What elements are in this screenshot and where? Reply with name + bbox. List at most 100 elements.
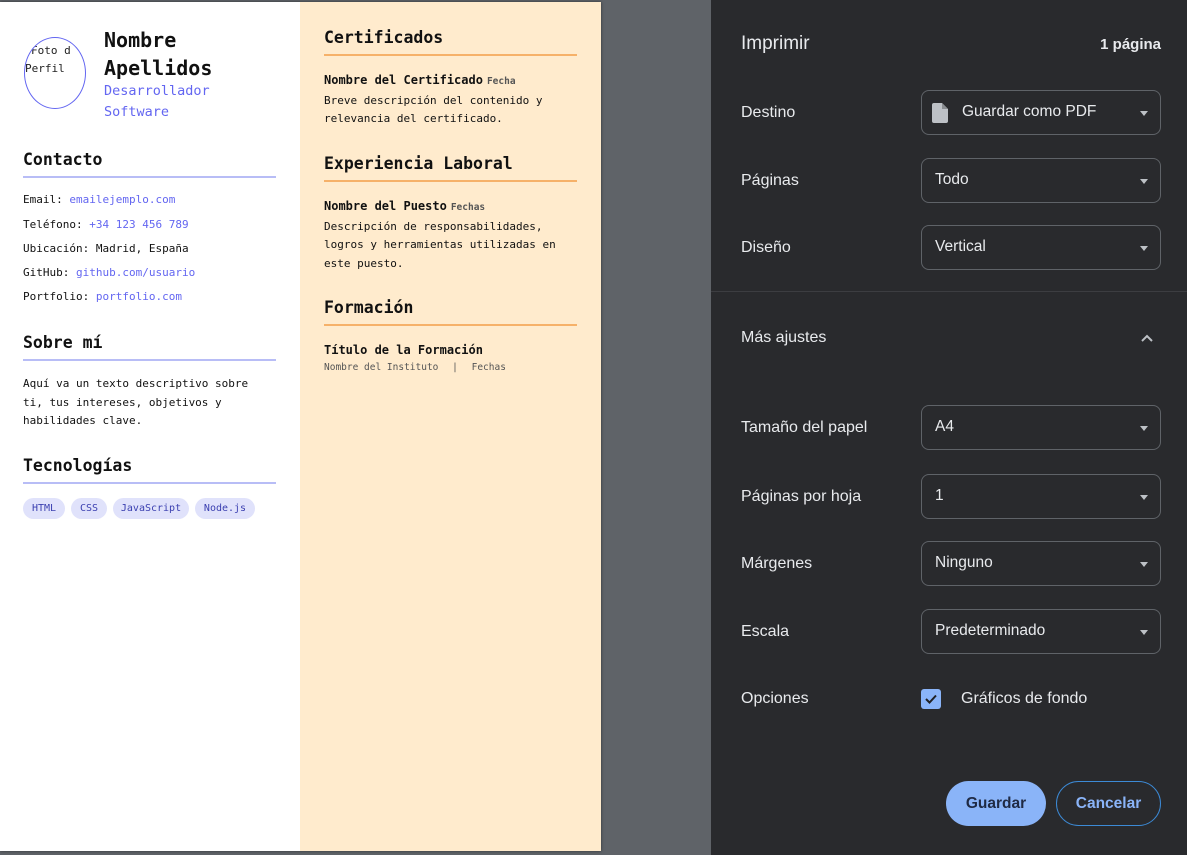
destination-label: Destino (741, 104, 796, 121)
paper-size-select[interactable]: A4 (921, 405, 1161, 450)
role-line1: Desarrollador (104, 83, 210, 99)
job-title: Nombre del Puesto (324, 199, 447, 213)
pages-per-sheet-value: 1 (935, 487, 944, 504)
contact-github: GitHub: github.com/usuario (23, 266, 195, 279)
email-link[interactable]: emailejemplo.com (69, 193, 175, 206)
paper-size-label: Tamaño del papel (741, 419, 868, 436)
experience-title: Experiencia Laboral (324, 154, 577, 182)
contact-email: Email: emailejemplo.com (23, 193, 175, 206)
panel-divider (711, 291, 1187, 292)
education-title: Formación (324, 298, 577, 326)
dropdown-arrow-icon (1140, 562, 1148, 567)
pages-per-sheet-select[interactable]: 1 (921, 474, 1161, 519)
print-settings-panel: Imprimir 1 página Destino Guardar como P… (711, 0, 1187, 855)
photo-alt-line2: Perfil (25, 62, 65, 75)
resume-right-column: Certificados Nombre del Certificado Fecha… (300, 2, 601, 851)
location-value: Madrid, España (95, 242, 189, 255)
tech-chip: HTML (23, 498, 65, 519)
name-line1: Nombre (104, 28, 177, 52)
layout-select[interactable]: Vertical (921, 225, 1161, 270)
file-icon (932, 103, 948, 123)
resume-left-column: Foto d Perfil Nombre Apellidos Desarroll… (0, 2, 300, 851)
dropdown-arrow-icon (1140, 630, 1148, 635)
education-dates: Fechas (471, 362, 506, 373)
scale-select[interactable]: Predeterminado (921, 609, 1161, 654)
job-desc-line: este puesto. (324, 256, 404, 270)
email-label: Email: (23, 193, 63, 206)
github-label: GitHub: (23, 266, 70, 279)
certificate-desc-line: Breve descripción del contenido y (324, 93, 543, 107)
meta-separator: | (452, 362, 458, 373)
checkmark-icon (925, 694, 937, 704)
destination-value: Guardar como PDF (962, 103, 1097, 120)
print-preview-area: Foto d Perfil Nombre Apellidos Desarroll… (0, 0, 711, 855)
about-text: Aquí va un texto descriptivo sobre ti, t… (23, 375, 248, 431)
dropdown-arrow-icon (1140, 246, 1148, 251)
about-line: habilidades clave. (23, 414, 143, 427)
contact-location: Ubicación: Madrid, España (23, 242, 189, 255)
location-label: Ubicación: (23, 242, 90, 255)
background-graphics-checkbox[interactable] (921, 689, 941, 709)
job-desc-line: Descripción de responsabilidades, (324, 219, 543, 233)
layout-label: Diseño (741, 239, 791, 256)
profile-photo: Foto d Perfil (24, 37, 86, 109)
margins-label: Márgenes (741, 555, 813, 572)
pages-per-sheet-label: Páginas por hoja (741, 488, 862, 505)
tech-chip: Node.js (195, 498, 255, 519)
about-title: Sobre mí (23, 333, 276, 361)
chevron-up-icon[interactable] (1139, 330, 1155, 346)
certificates-title: Certificados (324, 28, 577, 56)
page-count: 1 página (1100, 36, 1161, 53)
layout-value: Vertical (935, 238, 986, 255)
certificate-name: Nombre del Certificado (324, 73, 483, 87)
cancel-button[interactable]: Cancelar (1056, 781, 1161, 826)
github-link[interactable]: github.com/usuario (76, 266, 195, 279)
contact-phone: Teléfono: +34 123 456 789 (23, 218, 189, 231)
options-label: Opciones (741, 690, 809, 707)
photo-alt-line1: Foto d (31, 44, 71, 57)
save-button[interactable]: Guardar (946, 781, 1046, 826)
experience-item: Nombre del Puesto Fechas Descripción de r… (324, 197, 556, 273)
contact-title: Contacto (23, 150, 276, 178)
more-settings-toggle[interactable]: Más ajustes (741, 329, 826, 347)
resume-role: Desarrollador Software (104, 81, 254, 123)
scale-value: Predeterminado (935, 622, 1046, 639)
phone-link[interactable]: +34 123 456 789 (89, 218, 188, 231)
resume-name: Nombre Apellidos (104, 26, 294, 82)
institute-name: Nombre del Instituto (324, 362, 439, 373)
pages-select[interactable]: Todo (921, 158, 1161, 203)
scale-label: Escala (741, 623, 790, 640)
contact-portfolio: Portfolio: portfolio.com (23, 290, 182, 303)
print-title: Imprimir (741, 33, 810, 54)
tech-title: Tecnologías (23, 456, 276, 484)
margins-select[interactable]: Ninguno (921, 541, 1161, 586)
about-line: Aquí va un texto descriptivo sobre (23, 377, 249, 390)
destination-select[interactable]: Guardar como PDF (921, 90, 1161, 135)
job-desc-line: logros y herramientas utilizadas en (324, 238, 556, 251)
role-line2: Software (104, 104, 170, 120)
name-line2: Apellidos (104, 56, 213, 80)
dropdown-arrow-icon (1140, 179, 1148, 184)
certificate-desc-line: relevancia del certificado. (324, 112, 503, 125)
dropdown-arrow-icon (1140, 426, 1148, 431)
dropdown-arrow-icon (1140, 495, 1148, 500)
about-line: ti, tus intereses, objetivos y (23, 395, 222, 409)
degree-title: Título de la Formación (324, 343, 483, 357)
portfolio-link[interactable]: portfolio.com (96, 290, 182, 303)
tech-chip: JavaScript (113, 498, 189, 519)
pages-label: Páginas (741, 172, 799, 189)
portfolio-label: Portfolio: (23, 290, 90, 303)
paper-size-value: A4 (935, 418, 954, 435)
pages-value: Todo (935, 171, 969, 188)
certificate-date: Fecha (486, 76, 516, 87)
job-dates: Fechas (450, 202, 486, 213)
background-graphics-label[interactable]: Gráficos de fondo (961, 690, 1087, 708)
education-item: Título de la Formación (324, 341, 483, 360)
phone-label: Teléfono: (23, 218, 83, 231)
resume-page: Foto d Perfil Nombre Apellidos Desarroll… (0, 2, 601, 851)
certificate-item: Nombre del Certificado Fecha Breve descri… (324, 71, 543, 129)
tech-chip: CSS (71, 498, 107, 519)
margins-value: Ninguno (935, 554, 993, 571)
education-meta: Nombre del Instituto | Fechas (324, 362, 506, 373)
dropdown-arrow-icon (1140, 111, 1148, 116)
